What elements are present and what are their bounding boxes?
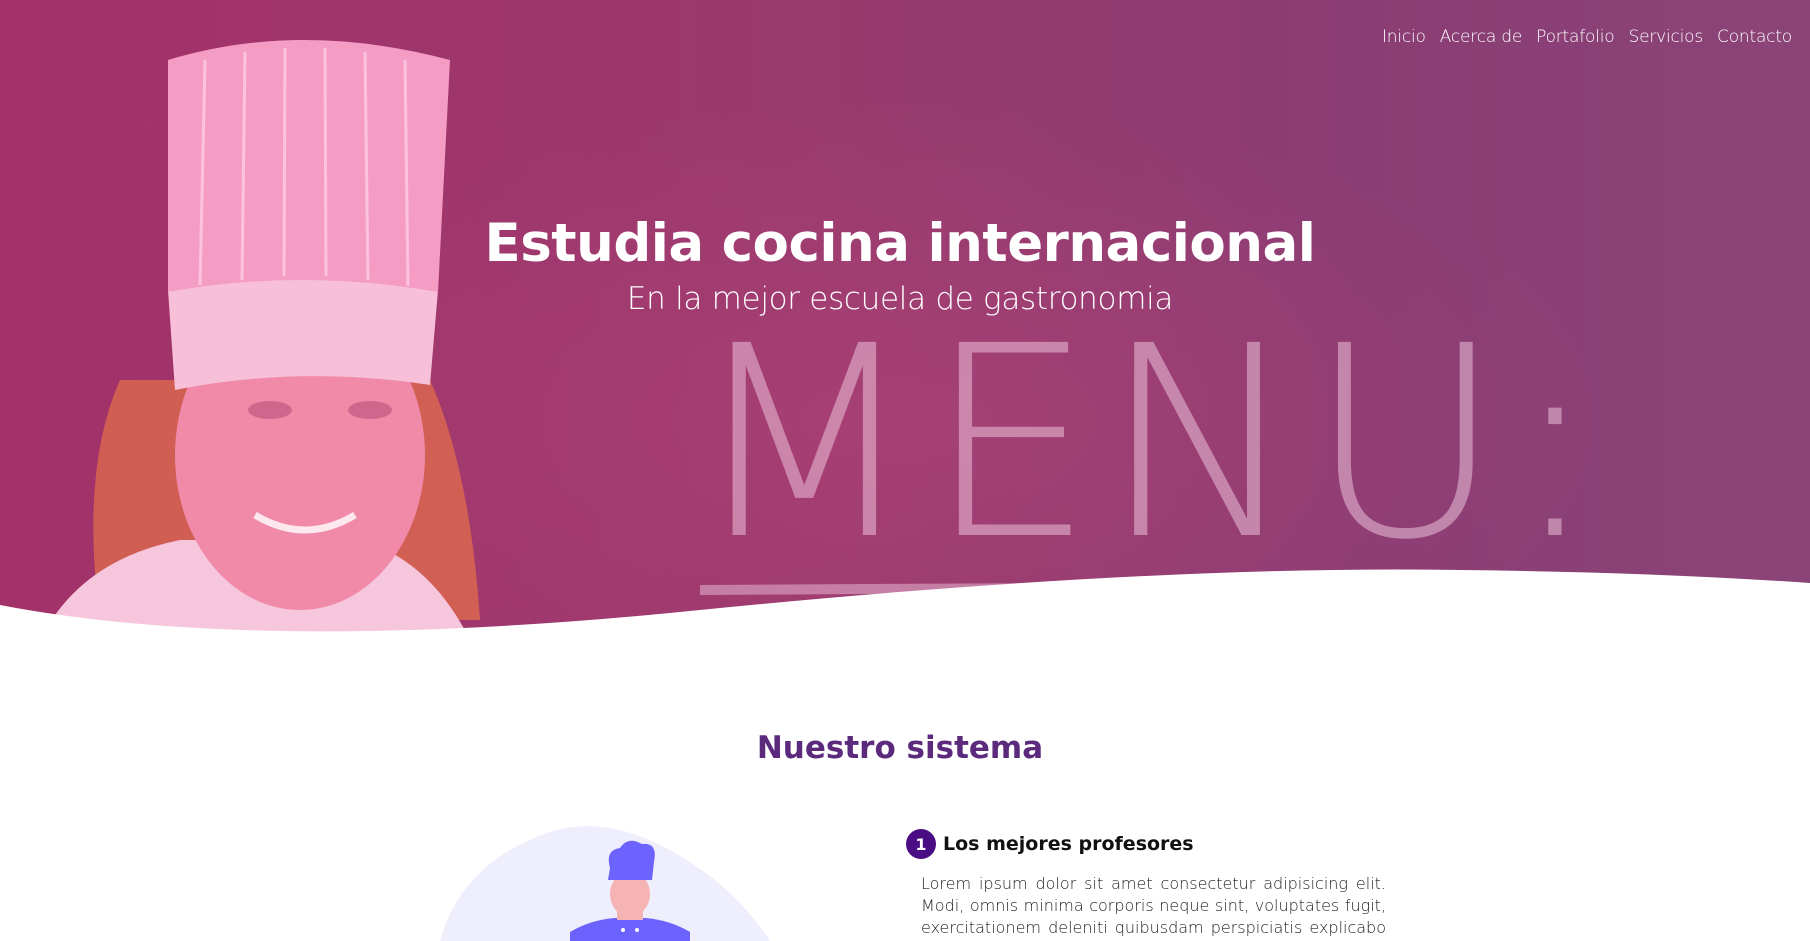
main-nav: Inicio Acerca de Portafolio Servicios Co… (1382, 27, 1792, 47)
chef-photo (40, 40, 481, 640)
hero-background-image (40, 40, 1600, 640)
section-title: Nuestro sistema (756, 730, 1044, 766)
nav-link-contacto[interactable]: Contacto (1717, 27, 1792, 47)
nav-link-inicio[interactable]: Inicio (1382, 27, 1426, 47)
step-number-badge: 1 (906, 829, 936, 859)
feature-description: Lorem ipsum dolor sit amet consectetur a… (921, 874, 1386, 941)
nav-link-servicios[interactable]: Servicios (1628, 27, 1703, 47)
hero-title: Estudia cocina internacional (484, 213, 1316, 274)
hero-subtitle: En la mejor escuela de gastronomia (626, 281, 1174, 317)
nav-link-portafolio[interactable]: Portafolio (1536, 27, 1615, 47)
hero-wave-divider (0, 569, 1810, 645)
feature-header: 1 Los mejores profesores (906, 829, 1194, 859)
hero-banner: Inicio Acerca de Portafolio Servicios Co… (0, 0, 1810, 640)
chef-illustration (440, 826, 770, 941)
feature-title: Los mejores profesores (943, 833, 1194, 855)
nav-link-acerca-de[interactable]: Acerca de (1440, 27, 1523, 47)
